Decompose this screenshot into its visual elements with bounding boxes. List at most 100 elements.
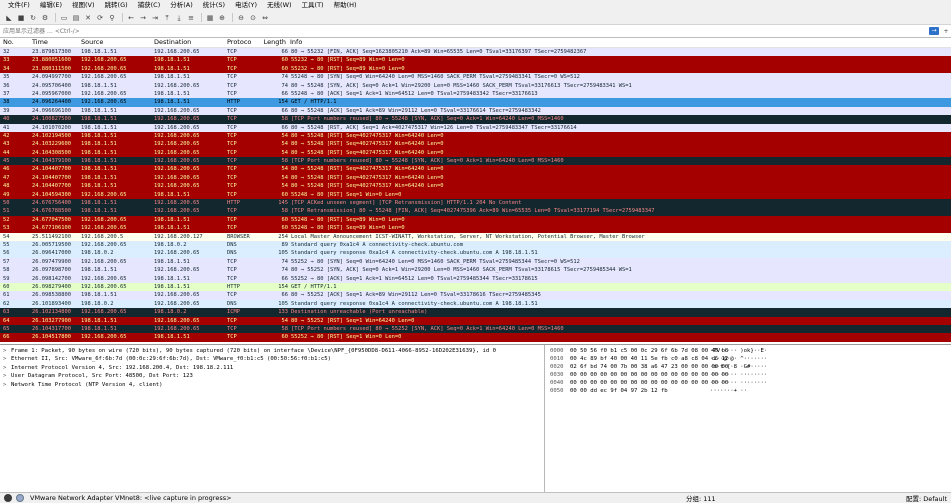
zoom-in-icon[interactable]: ⊕	[217, 13, 227, 23]
packet-row[interactable]: 61 26.098538800 198.18.1.51 192.168.200.65 T…	[0, 291, 951, 300]
packet-row[interactable]: 66 26.104517800 192.168.200.65 198.18.1.51 T…	[0, 333, 951, 342]
packet-row[interactable]: 40 24.100827500 198.18.1.51 192.168.200.65 T…	[0, 115, 951, 124]
menu-item-8[interactable]: 无线(W)	[262, 0, 297, 11]
detail-tree-item[interactable]: > Internet Protocol Version 4, Src: 192.1…	[0, 364, 544, 372]
options-gear-icon[interactable]: ⚙	[40, 13, 50, 23]
bytes-ascii[interactable]: ·o·t·{·8 ·G#·····	[710, 363, 767, 371]
bytes-hex[interactable]: 00 00 00 00 00 00 00 00 00 00 00 00 00 0…	[570, 371, 728, 379]
profile-selector[interactable]: 配置: Default	[906, 493, 951, 503]
packet-row[interactable]: 47 24.104407700 198.18.1.51 192.168.200.65 T…	[0, 173, 951, 183]
packet-row[interactable]: 38 24.096264400 192.168.200.65 198.18.1.51 H…	[0, 98, 951, 107]
bytes-ascii[interactable]: ·L··@·@· ^·······	[710, 355, 767, 363]
menu-item-4[interactable]: 捕获(C)	[133, 0, 166, 11]
zoom-normal-icon[interactable]: ⊙	[248, 13, 258, 23]
menu-item-0[interactable]: 文件(F)	[3, 0, 35, 11]
packet-row[interactable]: 45 24.104379100 198.18.1.51 192.168.200.65 T…	[0, 157, 951, 166]
packet-row[interactable]: 58 26.097898700 198.18.1.51 192.168.200.65 T…	[0, 266, 951, 275]
bytes-hex[interactable]: 00 50 56 f0 b1 c5 00 0c 29 6f 6b 7d 08 0…	[570, 347, 728, 355]
packet-row[interactable]: 33 23.880051600 192.168.200.65 198.18.1.51 T…	[0, 56, 951, 65]
expand-arrow-icon[interactable]: >	[3, 347, 11, 355]
bytes-hex[interactable]: 00 00 00 00 00 00 00 00 00 00 00 00 00 0…	[570, 379, 728, 387]
packet-row[interactable]: 39 24.096696100 198.18.1.51 192.168.200.65 T…	[0, 106, 951, 116]
menu-item-10[interactable]: 帮助(H)	[329, 0, 362, 11]
menu-item-3[interactable]: 跳转(G)	[100, 0, 133, 11]
restart-icon[interactable]: ↻	[28, 13, 38, 23]
autoscroll-icon[interactable]: ≡	[186, 13, 196, 23]
bytes-hex[interactable]: 02 6f bd 74 00 7b 00 38 a6 47 23 00 00 0…	[570, 363, 728, 371]
go-forward-icon[interactable]: →	[138, 13, 148, 23]
column-source[interactable]: Source	[81, 38, 154, 47]
add-filter-button[interactable]: +	[941, 28, 951, 35]
column-protocol[interactable]: Protoco	[227, 38, 254, 47]
packet-row[interactable]: 36 24.095706400 198.18.1.51 192.168.200.65 T…	[0, 81, 951, 90]
resize-columns-icon[interactable]: ⇔	[260, 13, 270, 23]
shark-fin-icon[interactable]: ◣	[4, 13, 14, 23]
go-back-icon[interactable]: ←	[126, 13, 136, 23]
packet-row[interactable]: 56 26.096417000 198.18.0.2 192.168.200.65 DN…	[0, 249, 951, 258]
apply-filter-button[interactable]: →	[929, 27, 939, 35]
expand-arrow-icon[interactable]: >	[3, 364, 11, 372]
menu-item-7[interactable]: 电话(Y)	[230, 0, 262, 11]
column-length[interactable]: Length	[254, 38, 290, 47]
menu-item-1[interactable]: 编辑(E)	[35, 0, 67, 11]
zoom-out-icon[interactable]: ⊖	[236, 13, 246, 23]
packet-row[interactable]: 50 24.676756400 198.18.1.51 192.168.200.65 H…	[0, 199, 951, 208]
reload-icon[interactable]: ⟳	[95, 13, 105, 23]
packet-row[interactable]: 48 24.104407700 198.18.1.51 192.168.200.65 T…	[0, 182, 951, 191]
column-time[interactable]: Time	[32, 38, 81, 47]
detail-tree-item[interactable]: > Frame 1: Packet, 90 bytes on wire (720 …	[0, 347, 544, 355]
menu-item-2[interactable]: 视图(V)	[67, 0, 100, 11]
packet-row[interactable]: 65 26.104317700 198.18.1.51 192.168.200.65 T…	[0, 324, 951, 334]
go-last-icon[interactable]: ⤓	[174, 13, 184, 23]
menu-item-5[interactable]: 分析(A)	[165, 0, 198, 11]
packet-row[interactable]: 53 24.677106100 192.168.200.65 198.18.1.51 T…	[0, 224, 951, 233]
packet-row[interactable]: 41 24.101070200 198.18.1.51 192.168.200.65 T…	[0, 123, 951, 132]
detail-tree-item[interactable]: > User Datagram Protocol, Src Port: 48500…	[0, 372, 544, 380]
column-info[interactable]: Info	[290, 38, 951, 47]
open-file-icon[interactable]: ▭	[59, 13, 69, 23]
display-filter-input[interactable]	[3, 26, 929, 36]
packet-row[interactable]: 63 26.102134800 192.168.200.65 198.18.0.2 IC…	[0, 308, 951, 317]
stop-icon[interactable]: ■	[16, 13, 26, 23]
packet-row[interactable]: 44 24.104308500 198.18.1.51 192.168.200.65 T…	[0, 148, 951, 158]
detail-tree-item[interactable]: > Ethernet II, Src: VMware_6f:6b:7d (00:0…	[0, 355, 544, 363]
bytes-ascii[interactable]: ········ ········	[710, 379, 767, 387]
go-first-icon[interactable]: ⤒	[162, 13, 172, 23]
packet-row[interactable]: 37 24.095967000 192.168.200.65 198.18.1.51 T…	[0, 89, 951, 99]
menu-item-6[interactable]: 统计(S)	[198, 0, 230, 11]
bytes-hex[interactable]: 00 00 dd ec 9f 04 97 2b 12 fb	[570, 387, 710, 395]
packet-details-pane[interactable]: > Frame 1: Packet, 90 bytes on wire (720 …	[0, 345, 545, 492]
go-to-packet-icon[interactable]: ⇥	[150, 13, 160, 23]
capture-status-icon[interactable]	[4, 494, 12, 502]
bytes-ascii[interactable]: ········ ········	[710, 371, 767, 379]
column-no[interactable]: No.	[0, 38, 32, 47]
expand-arrow-icon[interactable]: >	[3, 381, 11, 389]
packet-list[interactable]: 32 23.879817300 198.18.1.51 192.168.200.65 T…	[0, 48, 951, 345]
expand-arrow-icon[interactable]: >	[3, 372, 11, 380]
packet-row[interactable]: 46 24.104407700 198.18.1.51 192.168.200.65 T…	[0, 165, 951, 174]
packet-row[interactable]: 57 26.097479900 192.168.200.65 198.18.1.51 T…	[0, 257, 951, 267]
packet-row[interactable]: 32 23.879817300 198.18.1.51 192.168.200.65 T…	[0, 48, 951, 57]
packet-row[interactable]: 52 24.677047500 192.168.200.65 198.18.1.51 T…	[0, 215, 951, 225]
menu-item-9[interactable]: 工具(T)	[297, 0, 329, 11]
packet-row[interactable]: 55 26.005719500 192.168.200.65 198.18.0.2 DN…	[0, 240, 951, 250]
packet-bytes-pane[interactable]: 0000 00 50 56 f0 b1 c5 00 0c 29 6f 6b 7d …	[545, 345, 951, 492]
packet-row[interactable]: 34 23.880111500 192.168.200.65 198.18.1.51 T…	[0, 64, 951, 74]
close-file-icon[interactable]: ✕	[83, 13, 93, 23]
detail-tree-item[interactable]: > Network Time Protocol (NTP Version 4, c…	[0, 381, 544, 389]
find-icon[interactable]: ⚲	[107, 13, 117, 23]
packet-row[interactable]: 51 24.676788500 198.18.1.51 192.168.200.65 T…	[0, 207, 951, 216]
expert-info-icon[interactable]	[16, 494, 24, 502]
packet-row[interactable]: 35 24.094997700 192.168.200.65 198.18.1.51 T…	[0, 73, 951, 82]
packet-row[interactable]: 59 26.098142700 192.168.200.65 198.18.1.51 T…	[0, 274, 951, 283]
packet-row[interactable]: 62 26.101893400 198.18.0.2 192.168.200.65 DN…	[0, 299, 951, 309]
column-destination[interactable]: Destination	[154, 38, 227, 47]
bytes-ascii[interactable]: ·PV····· )ok}··E·	[710, 347, 767, 355]
colorize-icon[interactable]: ▦	[205, 13, 215, 23]
save-file-icon[interactable]: ▤	[71, 13, 81, 23]
bytes-ascii[interactable]: ·······+ ··	[710, 387, 750, 395]
packet-row[interactable]: 60 26.098279400 192.168.200.65 198.18.1.51 H…	[0, 282, 951, 292]
packet-row[interactable]: 42 24.102194500 198.18.1.51 192.168.200.65 T…	[0, 131, 951, 141]
packet-row[interactable]: 64 26.103277900 198.18.1.51 192.168.200.65 T…	[0, 316, 951, 325]
packet-row[interactable]: 49 24.104594300 192.168.200.65 198.18.1.51 T…	[0, 190, 951, 200]
